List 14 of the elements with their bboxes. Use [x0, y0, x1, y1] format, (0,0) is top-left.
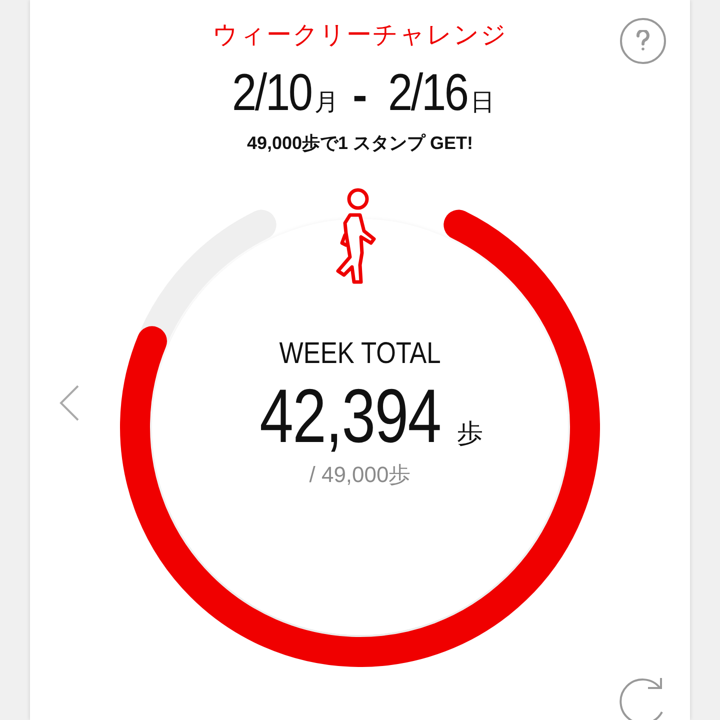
- step-unit: 歩: [457, 417, 484, 450]
- date-separator: -: [352, 71, 368, 121]
- step-goal: / 49,000歩: [309, 461, 411, 489]
- challenge-title: ウィークリーチャレンジ: [212, 20, 508, 51]
- end-weekday: 日: [470, 88, 495, 118]
- week-total-label: WEEK TOTAL: [279, 337, 441, 371]
- start-date: 2/10: [232, 63, 312, 123]
- end-date: 2/16: [388, 63, 468, 123]
- goal-text: 49,000歩で1 スタンプ GET!: [246, 132, 474, 155]
- start-weekday: 月: [314, 88, 339, 118]
- question-mark-icon: [636, 30, 650, 52]
- help-button[interactable]: [620, 18, 666, 64]
- chevron-left-icon: [58, 384, 80, 422]
- step-total: 42,394: [259, 373, 441, 460]
